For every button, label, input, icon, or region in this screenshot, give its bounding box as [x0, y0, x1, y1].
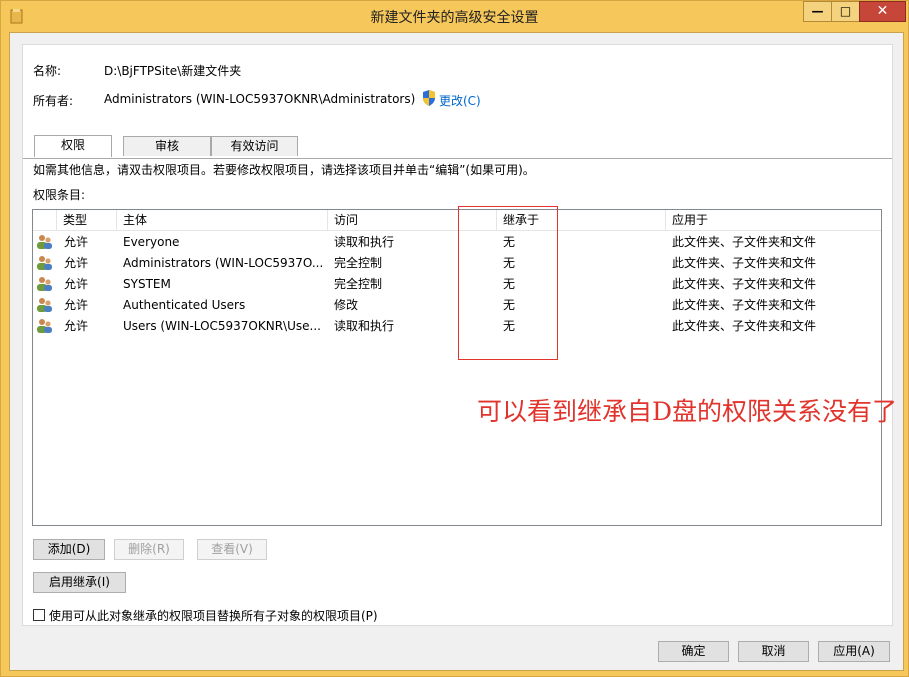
- row-access: 完全控制: [334, 256, 383, 270]
- content-panel: 名称: D:\BjFTPSite\新建文件夹 所有者: Administrato…: [22, 44, 897, 626]
- table-row[interactable]: 允许 Administrators (WIN-LOC5937O... 完全控制 …: [33, 253, 881, 274]
- row-type: 允许: [64, 298, 89, 312]
- column-header-icon[interactable]: [33, 210, 57, 230]
- owner-value: Administrators (WIN-LOC5937OKNR\Administ…: [104, 92, 416, 106]
- tab-effective-access[interactable]: 有效访问: [211, 136, 298, 156]
- name-value: D:\BjFTPSite\新建文件夹: [104, 64, 242, 78]
- row-type: 允许: [64, 319, 89, 333]
- title-bar[interactable]: 新建文件夹的高级安全设置 — □ ✕: [1, 1, 908, 33]
- column-header-type[interactable]: 类型: [57, 210, 117, 230]
- view-button[interactable]: 查看(V): [197, 539, 267, 560]
- table-row[interactable]: 允许 Authenticated Users 修改 无 此文件夹、子文件夹和文件: [33, 295, 881, 316]
- users-icon: [37, 235, 52, 249]
- maximize-icon: □: [839, 4, 852, 18]
- tab-permissions[interactable]: 权限: [34, 135, 112, 157]
- window-title: 新建文件夹的高级安全设置: [370, 10, 539, 26]
- close-button[interactable]: ✕: [859, 1, 906, 22]
- users-icon: [37, 277, 52, 291]
- maximize-button[interactable]: □: [831, 1, 859, 22]
- column-header-applies-to[interactable]: 应用于: [666, 210, 881, 230]
- list-header: 类型 主体 访问 继承于 应用于: [33, 210, 881, 231]
- replace-child-permissions-label: 使用可从此对象继承的权限项目替换所有子对象的权限项目(P): [49, 609, 378, 623]
- row-access: 读取和执行: [334, 235, 395, 249]
- row-type: 允许: [64, 235, 89, 249]
- row-access: 完全控制: [334, 277, 383, 291]
- remove-button[interactable]: 删除(R): [114, 539, 184, 560]
- change-owner-link[interactable]: 更改(C): [439, 92, 481, 109]
- close-icon: ✕: [876, 3, 889, 19]
- users-icon: [37, 256, 52, 270]
- users-icon: [37, 298, 52, 312]
- permissions-hint: 如需其他信息，请双击权限项目。若要修改权限项目，请选择该项目并单击“编辑”(如果…: [33, 163, 535, 177]
- row-applies-to: 此文件夹、子文件夹和文件: [672, 235, 817, 249]
- row-principal: SYSTEM: [123, 277, 171, 291]
- row-applies-to: 此文件夹、子文件夹和文件: [672, 277, 817, 291]
- row-principal: Authenticated Users: [123, 298, 246, 312]
- annotation-highlight-box: [458, 206, 558, 360]
- row-type: 允许: [64, 277, 89, 291]
- security-settings-window: 新建文件夹的高级安全设置 — □ ✕ 名称: D:\BjFTPSite\新建文件…: [0, 0, 909, 677]
- permission-entries-list[interactable]: 类型 主体 访问 继承于 应用于 允许 Everyone 读取和执行 无 此文件…: [32, 209, 882, 526]
- row-access: 修改: [334, 298, 359, 312]
- table-row[interactable]: 允许 Everyone 读取和执行 无 此文件夹、子文件夹和文件: [33, 232, 881, 253]
- row-access: 读取和执行: [334, 319, 395, 333]
- name-label: 名称:: [33, 64, 62, 78]
- column-header-principal[interactable]: 主体: [117, 210, 328, 230]
- dialog-client-area: 名称: D:\BjFTPSite\新建文件夹 所有者: Administrato…: [9, 32, 904, 671]
- add-button[interactable]: 添加(D): [33, 539, 105, 560]
- row-principal: Users (WIN-LOC5937OKNR\Use...: [123, 319, 321, 333]
- ok-button[interactable]: 确定: [658, 641, 729, 662]
- apply-button[interactable]: 应用(A): [818, 641, 890, 662]
- enable-inheritance-button[interactable]: 启用继承(I): [33, 572, 126, 593]
- users-icon: [37, 319, 52, 333]
- tab-divider: [23, 158, 892, 159]
- row-applies-to: 此文件夹、子文件夹和文件: [672, 256, 817, 270]
- shield-icon: [423, 90, 435, 106]
- replace-child-permissions-checkbox[interactable]: [33, 609, 45, 621]
- permission-entries-label: 权限条目:: [33, 188, 86, 202]
- row-principal: Everyone: [123, 235, 180, 249]
- table-row[interactable]: 允许 Users (WIN-LOC5937OKNR\Use... 读取和执行 无…: [33, 316, 881, 337]
- owner-label: 所有者:: [33, 94, 74, 108]
- tab-auditing[interactable]: 审核: [123, 136, 211, 156]
- annotation-text: 可以看到继承自D盘的权限关系没有了: [477, 397, 898, 426]
- minimize-button[interactable]: —: [803, 1, 831, 22]
- row-principal: Administrators (WIN-LOC5937O...: [123, 256, 323, 270]
- row-applies-to: 此文件夹、子文件夹和文件: [672, 319, 817, 333]
- minimize-icon: —: [811, 4, 824, 18]
- cancel-button[interactable]: 取消: [738, 641, 809, 662]
- table-row[interactable]: 允许 SYSTEM 完全控制 无 此文件夹、子文件夹和文件: [33, 274, 881, 295]
- row-applies-to: 此文件夹、子文件夹和文件: [672, 298, 817, 312]
- row-type: 允许: [64, 256, 89, 270]
